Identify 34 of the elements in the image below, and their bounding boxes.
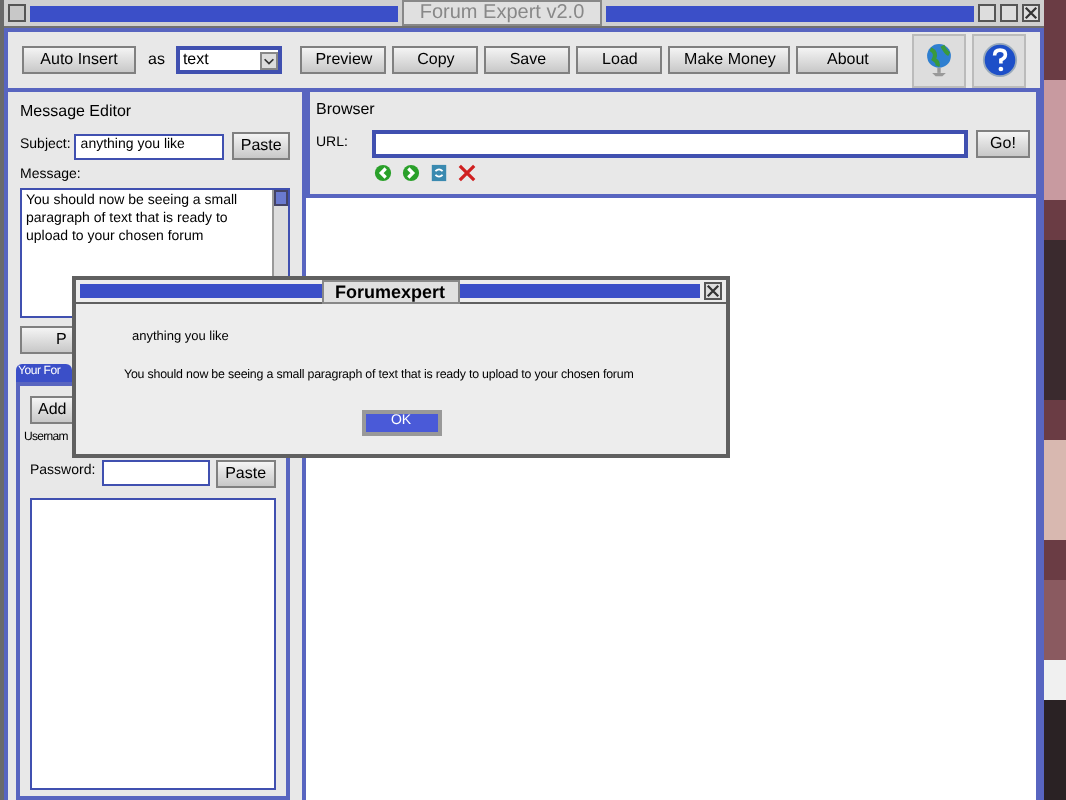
- refresh-page-icon[interactable]: [430, 164, 448, 182]
- back-icon[interactable]: [374, 164, 392, 182]
- auto-insert-button[interactable]: Auto Insert: [22, 46, 136, 74]
- help-icon: [981, 42, 1017, 78]
- toolbar-button[interactable]: Preview: [300, 46, 387, 74]
- close-button[interactable]: [704, 282, 723, 300]
- paste-button[interactable]: Paste: [215, 459, 276, 487]
- close-icon: [706, 284, 721, 298]
- url-field[interactable]: [372, 130, 968, 158]
- maximize-button[interactable]: [1000, 4, 1019, 22]
- close-button[interactable]: [1022, 4, 1041, 22]
- list-box[interactable]: [30, 497, 276, 790]
- toolbar-button[interactable]: About: [796, 46, 899, 74]
- help-button[interactable]: [972, 33, 1026, 87]
- stop-icon[interactable]: [458, 164, 476, 182]
- toolbar-button[interactable]: Copy: [392, 46, 479, 74]
- section-title: Browser: [316, 98, 377, 122]
- globe-icon: [922, 41, 956, 79]
- section-title: Message Editor: [20, 100, 134, 124]
- dropdown-arrow-icon: [260, 51, 279, 69]
- password-field[interactable]: [101, 460, 210, 486]
- globe-button[interactable]: [912, 33, 966, 87]
- dialog-title: Forumexpert: [321, 279, 460, 303]
- toolbar-button[interactable]: Make Money: [668, 46, 791, 74]
- toolbar-button[interactable]: Load: [576, 46, 663, 74]
- close-icon: [1024, 6, 1039, 20]
- as-label: as: [148, 48, 165, 72]
- paste-button[interactable]: Paste: [232, 132, 290, 160]
- go-button[interactable]: Go!: [976, 130, 1030, 158]
- toolbar-button[interactable]: Save: [484, 46, 571, 74]
- minimize-button[interactable]: [978, 4, 997, 22]
- format-dropdown[interactable]: text: [176, 46, 283, 74]
- window-title: Forum Expert v2.0: [401, 0, 603, 26]
- forward-icon[interactable]: [402, 164, 420, 182]
